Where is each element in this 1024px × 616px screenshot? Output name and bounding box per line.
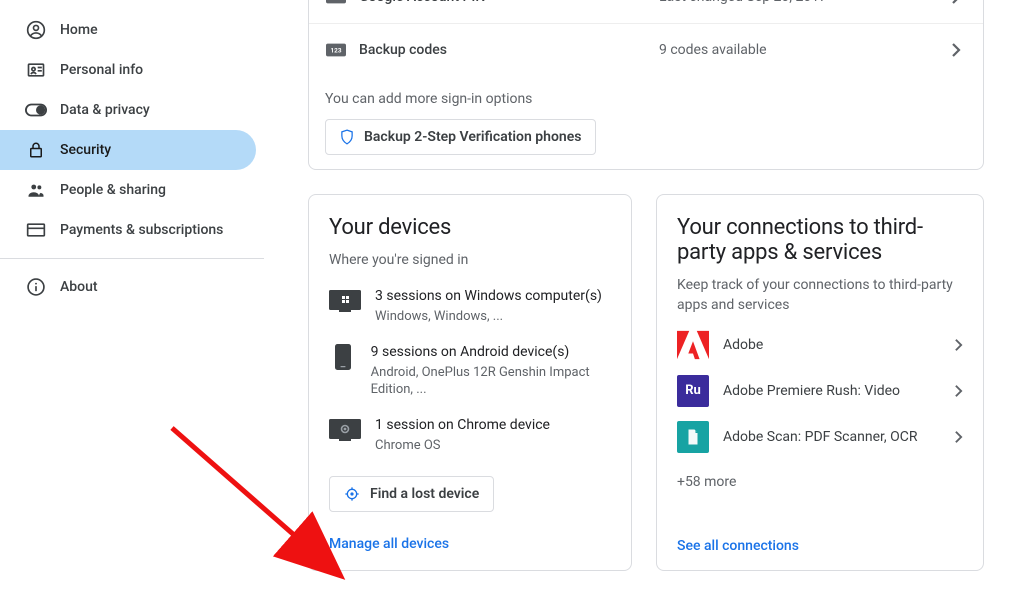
toggle-icon bbox=[24, 98, 48, 122]
codes-icon: 123 bbox=[325, 42, 347, 58]
find-lost-device-button[interactable]: Find a lost device bbox=[329, 476, 494, 512]
chevron-right-icon bbox=[954, 384, 963, 398]
chevron-right-icon bbox=[954, 338, 963, 352]
row-google-pin[interactable]: ••• Google Account PIN Last changed Sep … bbox=[309, 0, 983, 23]
button-label: Find a lost device bbox=[370, 486, 479, 502]
sidebar: Home Personal info Data & privacy Securi… bbox=[0, 0, 264, 616]
nav-divider bbox=[0, 258, 264, 259]
lock-icon bbox=[24, 138, 48, 162]
phone-icon bbox=[329, 346, 357, 368]
app-row-premiere-rush[interactable]: Ru Adobe Premiere Rush: Video bbox=[677, 368, 963, 414]
shield-icon bbox=[340, 129, 354, 145]
device-row-chrome[interactable]: 1 session on Chrome device Chrome OS bbox=[329, 417, 611, 455]
nav-label: Payments & subscriptions bbox=[60, 222, 223, 238]
nav-label: People & sharing bbox=[60, 182, 166, 198]
device-sub: Windows, Windows, ... bbox=[375, 308, 602, 326]
nav-label: Security bbox=[60, 142, 111, 158]
row-backup-codes[interactable]: 123 Backup codes 9 codes available bbox=[309, 23, 983, 75]
main-content: ••• Google Account PIN Last changed Sep … bbox=[308, 0, 984, 571]
more-apps-count: +58 more bbox=[677, 474, 963, 490]
card-title: Your devices bbox=[329, 215, 611, 240]
row-title: Backup codes bbox=[359, 42, 659, 58]
adobe-icon bbox=[677, 329, 709, 361]
card-subtitle: Keep track of your connections to third-… bbox=[677, 275, 963, 316]
device-title: 3 sessions on Windows computer(s) bbox=[375, 288, 602, 304]
chevron-right-icon bbox=[951, 0, 961, 5]
pin-icon: ••• bbox=[325, 0, 347, 5]
device-sub: Chrome OS bbox=[375, 437, 550, 455]
chevron-right-icon bbox=[954, 430, 963, 444]
row-title: Google Account PIN bbox=[359, 0, 659, 5]
device-sub: Android, OnePlus 12R Genshin Impact Edit… bbox=[371, 364, 611, 399]
app-title: Adobe Premiere Rush: Video bbox=[723, 382, 940, 400]
device-row-android[interactable]: 9 sessions on Android device(s) Android,… bbox=[329, 344, 611, 399]
button-label: Backup 2-Step Verification phones bbox=[364, 129, 581, 145]
your-devices-card: Your devices Where you're signed in 3 se… bbox=[308, 194, 632, 571]
chevron-right-icon bbox=[951, 42, 961, 58]
add-more-text: You can add more sign-in options bbox=[309, 75, 983, 119]
adobe-scan-icon bbox=[677, 421, 709, 453]
card-subtitle: Where you're signed in bbox=[329, 250, 611, 270]
id-card-icon bbox=[24, 58, 48, 82]
credit-card-icon bbox=[24, 218, 48, 242]
nav-about[interactable]: About bbox=[0, 267, 264, 307]
app-title: Adobe Scan: PDF Scanner, OCR bbox=[723, 428, 940, 446]
nav-security[interactable]: Security bbox=[0, 130, 256, 170]
nav-label: Home bbox=[60, 22, 98, 38]
premiere-rush-icon: Ru bbox=[677, 375, 709, 407]
target-icon bbox=[344, 486, 360, 502]
svg-text:123: 123 bbox=[331, 46, 342, 54]
row-status: 9 codes available bbox=[659, 42, 951, 58]
nav-people-sharing[interactable]: People & sharing bbox=[0, 170, 264, 210]
device-title: 1 session on Chrome device bbox=[375, 417, 550, 433]
device-title: 9 sessions on Android device(s) bbox=[371, 344, 611, 360]
nav-data-privacy[interactable]: Data & privacy bbox=[0, 90, 264, 130]
card-title: Your connections to third-party apps & s… bbox=[677, 215, 963, 265]
people-icon bbox=[24, 178, 48, 202]
backup-phones-button[interactable]: Backup 2-Step Verification phones bbox=[325, 119, 596, 155]
windows-monitor-icon bbox=[329, 290, 361, 312]
app-row-adobe[interactable]: Adobe bbox=[677, 322, 963, 368]
info-icon bbox=[24, 275, 48, 299]
device-row-windows[interactable]: 3 sessions on Windows computer(s) Window… bbox=[329, 288, 611, 326]
nav-payments[interactable]: Payments & subscriptions bbox=[0, 210, 264, 250]
nav-label: About bbox=[60, 279, 98, 295]
manage-all-devices-link[interactable]: Manage all devices bbox=[329, 536, 449, 552]
svg-text:•••: ••• bbox=[333, 0, 339, 2]
account-circle-icon bbox=[24, 18, 48, 42]
nav-label: Personal info bbox=[60, 62, 143, 78]
app-row-adobe-scan[interactable]: Adobe Scan: PDF Scanner, OCR bbox=[677, 414, 963, 460]
chrome-device-icon bbox=[329, 419, 361, 441]
app-title: Adobe bbox=[723, 336, 940, 354]
row-status: Last changed Sep 20, 2017 bbox=[659, 0, 951, 5]
see-all-connections-link[interactable]: See all connections bbox=[677, 538, 799, 554]
third-party-card: Your connections to third-party apps & s… bbox=[656, 194, 984, 571]
nav-label: Data & privacy bbox=[60, 102, 150, 118]
signin-options-card: ••• Google Account PIN Last changed Sep … bbox=[308, 0, 984, 170]
card-row: Your devices Where you're signed in 3 se… bbox=[308, 194, 984, 571]
nav-personal-info[interactable]: Personal info bbox=[0, 50, 264, 90]
nav-home[interactable]: Home bbox=[0, 10, 264, 50]
